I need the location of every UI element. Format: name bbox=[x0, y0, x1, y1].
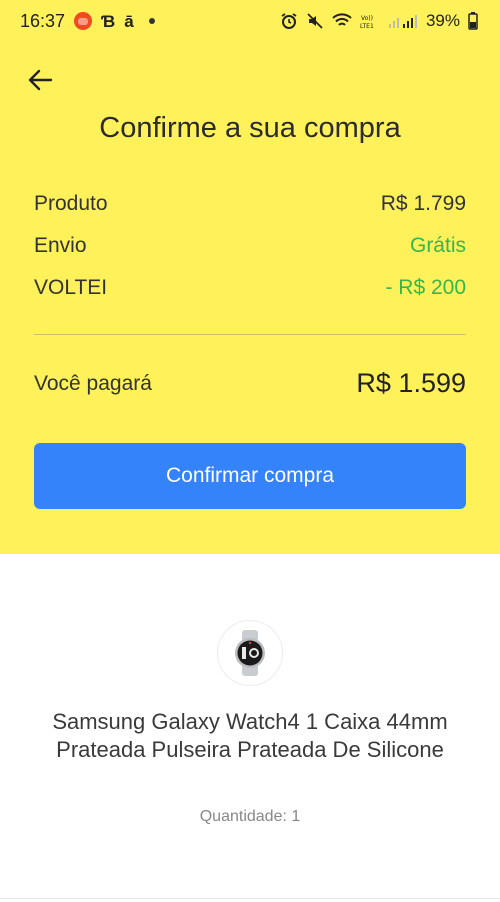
battery-icon bbox=[468, 12, 478, 30]
mute-icon bbox=[306, 12, 324, 30]
status-bar: 16:37 Ɓ ā Vo)) LTE1 39% bbox=[0, 0, 500, 42]
alarm-icon bbox=[280, 12, 298, 30]
more-notifications-icon bbox=[148, 18, 155, 24]
status-bar-left: 16:37 Ɓ ā bbox=[20, 11, 155, 32]
product-name: Samsung Galaxy Watch4 1 Caixa 44mm Prate… bbox=[52, 709, 448, 762]
summary-label: VOLTEI bbox=[34, 276, 108, 299]
summary-label: Produto bbox=[34, 192, 108, 215]
wifi-icon bbox=[332, 13, 352, 29]
bottom-divider bbox=[0, 898, 500, 899]
purchase-summary-panel: Confirme a sua compra Produto R$ 1.799 E… bbox=[0, 42, 500, 554]
product-quantity: Quantidade: 1 bbox=[199, 808, 301, 825]
smartwatch-icon bbox=[235, 630, 265, 676]
summary-row-shipping: Envio Grátis bbox=[34, 234, 466, 258]
summary-value: - R$ 200 bbox=[385, 276, 466, 299]
app-notification-icon bbox=[74, 12, 93, 30]
product-thumbnail bbox=[217, 620, 283, 686]
summary-divider bbox=[34, 334, 466, 335]
status-time: 16:37 bbox=[20, 10, 66, 31]
svg-text:Vo)): Vo)) bbox=[361, 15, 373, 22]
back-button[interactable] bbox=[22, 62, 58, 98]
arrow-left-icon bbox=[28, 69, 53, 91]
total-row: Você pagará R$ 1.599 bbox=[34, 368, 466, 399]
summary-row-product: Produto R$ 1.799 bbox=[34, 192, 466, 216]
summary-label: Envio bbox=[34, 234, 87, 257]
total-value: R$ 1.599 bbox=[356, 368, 466, 398]
page-title: Confirme a sua compra bbox=[99, 112, 401, 144]
signal-icon bbox=[388, 13, 418, 29]
status-bar-right: Vo)) LTE1 39% bbox=[280, 11, 478, 31]
battery-percent: 39% bbox=[425, 11, 460, 30]
summary-row-coupon: VOLTEI - R$ 200 bbox=[34, 276, 466, 300]
confirm-purchase-button[interactable]: Confirmar compra bbox=[34, 443, 466, 509]
volte-icon: Vo)) LTE1 bbox=[360, 13, 380, 29]
svg-text:LTE1: LTE1 bbox=[360, 23, 374, 29]
summary-value: R$ 1.799 bbox=[380, 192, 466, 215]
summary-value: Grátis bbox=[409, 234, 466, 257]
app-notification-icon-2: Ɓ bbox=[101, 11, 116, 31]
app-notification-icon-3: ā bbox=[124, 11, 134, 31]
total-label: Você pagará bbox=[34, 371, 152, 395]
